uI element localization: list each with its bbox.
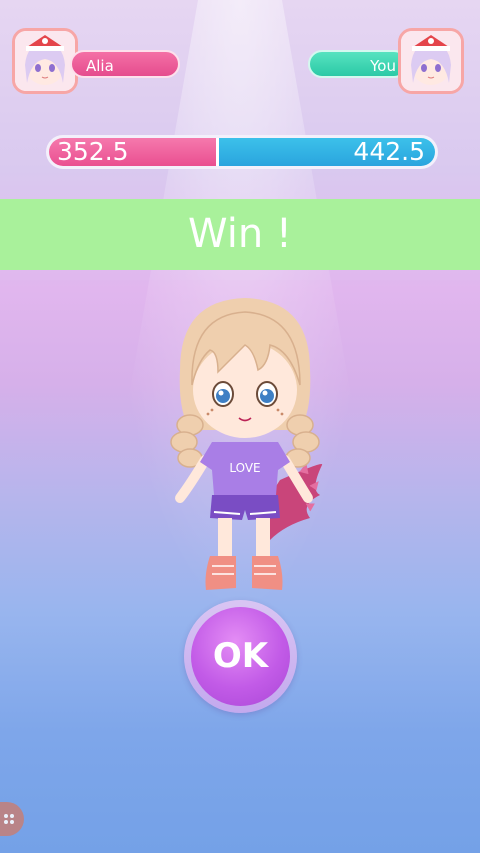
player-avatar-icon	[401, 31, 461, 91]
player-score: 442.5	[353, 137, 425, 166]
opponent-avatar	[12, 28, 78, 94]
opponent-avatar-icon	[15, 31, 75, 91]
player-name: You	[370, 57, 396, 75]
opponent-name-pill: Alia	[70, 50, 180, 78]
score-comparison-bar: 352.5 442.5	[46, 135, 438, 169]
settings-badge-icon[interactable]	[0, 802, 24, 836]
result-text: Win !	[188, 211, 292, 257]
player-avatar	[398, 28, 464, 94]
player-name-pill: You	[308, 50, 408, 78]
dressed-character: LOVE	[170, 298, 323, 590]
opponent-score: 352.5	[57, 137, 129, 166]
shirt-text: LOVE	[229, 461, 260, 475]
ok-button-label: OK	[212, 636, 269, 676]
ok-button-face[interactable]: OK	[191, 607, 290, 706]
ok-button[interactable]: OK	[184, 600, 297, 713]
opponent-name: Alia	[86, 57, 114, 75]
result-banner: Win !	[0, 199, 480, 270]
